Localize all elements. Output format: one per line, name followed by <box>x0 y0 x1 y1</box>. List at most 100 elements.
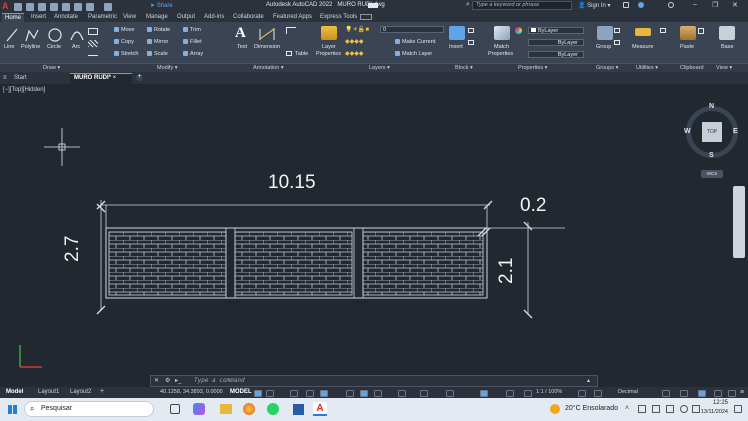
layout-tab-layout1[interactable]: Layout1 <box>38 389 59 395</box>
paste-icon[interactable] <box>680 26 696 40</box>
tab-manage[interactable]: Manage <box>143 13 171 22</box>
windows-start-icon[interactable] <box>8 405 17 414</box>
layout-tab-model[interactable]: Model <box>6 389 23 395</box>
measure-icon[interactable] <box>635 28 651 36</box>
object-snap-icon[interactable] <box>360 390 368 397</box>
search-icon[interactable]: ⌕ <box>466 1 470 11</box>
taskbar-clock-time[interactable]: 12:25 <box>698 400 728 406</box>
word-icon[interactable] <box>293 404 304 415</box>
ribbon-minimize-icon[interactable] <box>360 14 372 20</box>
dimension-width[interactable] <box>96 200 493 228</box>
tab-view[interactable]: View <box>120 13 139 22</box>
base-view-icon[interactable] <box>719 26 735 40</box>
column-2[interactable] <box>353 227 364 299</box>
close-tab-icon[interactable]: × <box>113 75 117 81</box>
paste-button[interactable]: Paste <box>680 44 694 50</box>
brick-panel-2[interactable] <box>234 231 353 296</box>
group-edit-icon[interactable] <box>614 40 620 45</box>
line-button[interactable]: Line <box>4 44 14 50</box>
weather-sun-icon[interactable] <box>550 404 560 414</box>
layer-properties-label-2[interactable]: Properties <box>316 51 341 57</box>
navigation-bar[interactable] <box>733 186 745 258</box>
compass-east[interactable]: E <box>733 128 738 135</box>
fillet-button[interactable]: Fillet <box>183 39 202 45</box>
measure-button[interactable]: Measure <box>632 44 653 50</box>
drawing-tab-muro-rudi[interactable]: MURO RUDI* × <box>70 73 132 84</box>
wcs-menu[interactable]: WCS <box>701 170 723 178</box>
autodesk-app-icon[interactable] <box>638 2 644 8</box>
dimension-text-width[interactable]: 10.15 <box>268 172 316 194</box>
clean-screen-icon[interactable] <box>728 390 736 397</box>
tray-app-icon[interactable] <box>638 405 646 413</box>
autocad-logo-icon[interactable]: A <box>2 1 11 11</box>
tab-home[interactable]: Home <box>2 13 25 22</box>
web-mobile-icon[interactable] <box>62 3 70 11</box>
units-display[interactable]: Decimal <box>618 389 638 395</box>
make-current-button[interactable]: Make Current <box>395 39 435 45</box>
dimension-button[interactable]: Dimension <box>254 44 280 50</box>
color-dropdown[interactable]: ByLayer <box>528 27 584 34</box>
command-history-icon[interactable]: ▴ <box>587 377 590 384</box>
layer-tools-row1[interactable]: ◆◆◆◆ <box>345 38 363 45</box>
tab-featured-apps[interactable]: Featured Apps <box>270 13 315 22</box>
arc-icon[interactable] <box>70 28 84 42</box>
save-as-icon[interactable] <box>50 3 58 11</box>
group-icon[interactable] <box>597 26 613 40</box>
layer-dropdown[interactable]: 0 <box>380 26 444 33</box>
match-properties-label-1[interactable]: Match <box>494 44 509 50</box>
firefox-icon[interactable] <box>243 403 255 415</box>
lock-ui-icon[interactable] <box>680 390 688 397</box>
match-properties-icon[interactable] <box>494 26 510 40</box>
copilot-icon[interactable] <box>193 403 205 415</box>
insert-block-icon[interactable] <box>449 26 465 40</box>
new-tab-icon[interactable]: + <box>136 74 143 81</box>
isolate-objects-icon[interactable] <box>698 390 706 397</box>
lineweight-dropdown[interactable]: ByLayer <box>528 51 584 58</box>
column-1[interactable] <box>225 227 236 299</box>
model-space-toggle[interactable]: MODEL <box>230 389 252 395</box>
tab-output[interactable]: Output <box>174 13 198 22</box>
table-button[interactable]: Table <box>295 51 308 57</box>
ortho-toggle-icon[interactable] <box>290 390 298 397</box>
polyline-button[interactable]: Polyline <box>21 44 40 50</box>
ungroup-icon[interactable] <box>614 28 620 33</box>
minimize-button[interactable]: – <box>693 1 697 8</box>
quick-properties-icon[interactable] <box>662 390 670 397</box>
clipboard-panel-label[interactable]: Clipboard <box>680 65 704 71</box>
annotation-panel-label[interactable]: Annotation ▾ <box>253 65 284 71</box>
color-wheel-icon[interactable] <box>515 27 522 34</box>
system-tray-chevron[interactable]: ˄ <box>625 405 629 412</box>
tab-express-tools[interactable]: Express Tools <box>317 13 360 22</box>
table-icon[interactable] <box>286 51 292 56</box>
cart-icon[interactable] <box>623 2 629 8</box>
brick-panel-3[interactable] <box>362 231 484 296</box>
tray-app-icon-2[interactable] <box>652 405 660 413</box>
isodraft-toggle-icon[interactable] <box>320 390 328 397</box>
grid-toggle-icon[interactable] <box>254 390 262 397</box>
quick-select-icon[interactable] <box>660 28 666 33</box>
tab-insert[interactable]: Insert <box>28 13 49 22</box>
compass-south[interactable]: S <box>709 152 714 159</box>
utilities-panel-label[interactable]: Utilities ▾ <box>636 65 658 71</box>
dimension-icon[interactable] <box>258 27 276 42</box>
dimension-text-thickness[interactable]: 0.2 <box>520 195 546 217</box>
text-button[interactable]: Text <box>237 44 247 50</box>
move-button[interactable]: Move <box>114 27 134 33</box>
command-input-placeholder[interactable]: Type a command <box>194 377 245 384</box>
array-button[interactable]: Array <box>183 51 203 57</box>
layer-tools-row2[interactable]: ◆◆◆◆ <box>345 50 363 57</box>
properties-panel-label[interactable]: Properties ▾ <box>518 65 547 71</box>
layer-state-icons[interactable]: 💡☀🔓■ <box>345 26 369 33</box>
workspace-switch-icon[interactable] <box>594 390 602 397</box>
coordinate-readout[interactable]: 40.1258, 34.3893, 0.0000 <box>160 389 223 395</box>
tab-annotate[interactable]: Annotate <box>51 13 81 22</box>
view-panel-label[interactable]: View ▾ <box>716 65 732 71</box>
dimension-text-inner-height[interactable]: 2.1 <box>496 258 518 284</box>
dynamic-ucs-icon[interactable] <box>480 390 488 397</box>
layers-panel-label[interactable]: Layers ▾ <box>369 65 390 71</box>
start-tab[interactable]: Start <box>14 75 27 81</box>
transparency-toggle-icon[interactable] <box>398 390 406 397</box>
layer-properties-icon[interactable] <box>321 26 337 40</box>
tab-parametric[interactable]: Parametric <box>85 13 120 22</box>
selection-filter-icon[interactable] <box>506 390 514 397</box>
